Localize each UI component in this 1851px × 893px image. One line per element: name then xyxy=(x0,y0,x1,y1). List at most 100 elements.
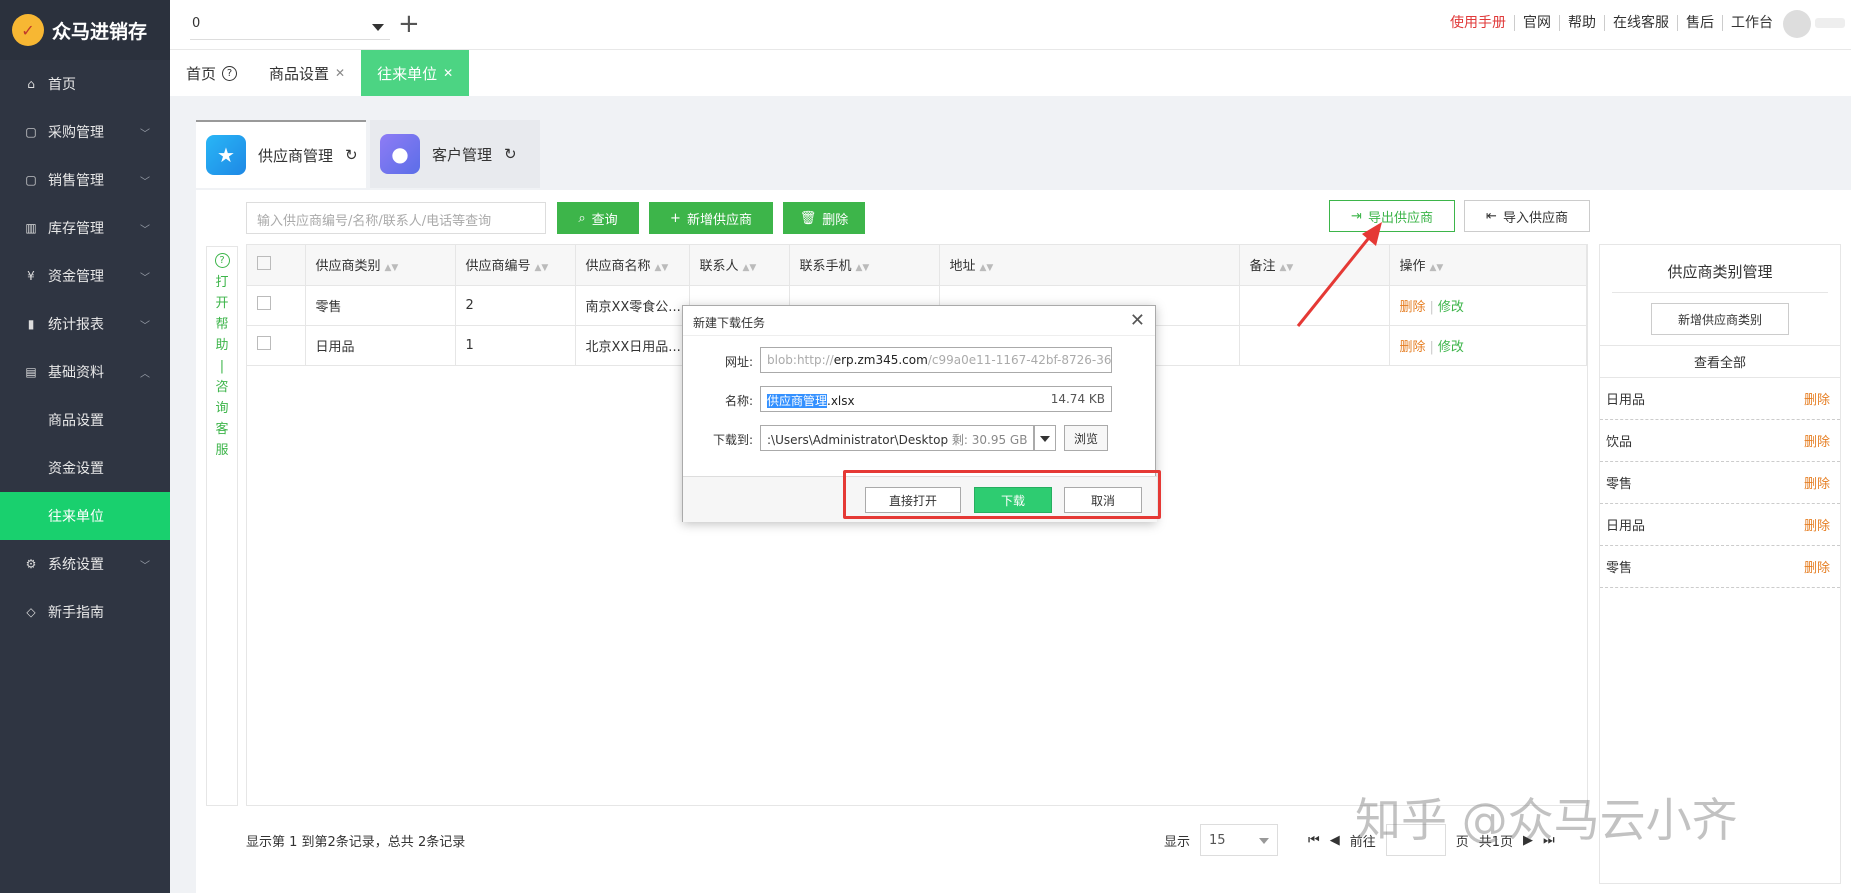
sidebar-item-5[interactable]: ▮ 统计报表 ﹀ xyxy=(0,300,170,348)
col-code[interactable]: 供应商编号 ▲▼ xyxy=(455,245,576,286)
view-all-categories[interactable]: 查看全部 xyxy=(1600,345,1840,378)
category-delete-link[interactable]: 删除 xyxy=(1804,557,1830,576)
tab-supplier-management[interactable]: ★ 供应商管理 ↻ xyxy=(196,120,366,188)
close-icon[interactable]: ✕ xyxy=(335,66,345,80)
tab-product-settings[interactable]: 商品设置 ✕ xyxy=(253,50,361,96)
avatar[interactable] xyxy=(1783,10,1811,38)
sidebar-item-0[interactable]: ⌂ 首页 xyxy=(0,60,170,108)
select-all-checkbox[interactable] xyxy=(257,255,271,270)
row-delete-link[interactable]: 删除 xyxy=(1400,340,1426,355)
cell-code: 1 xyxy=(455,325,576,366)
list-item[interactable]: 日用品 删除 xyxy=(1600,504,1840,546)
col-name[interactable]: 供应商名称 ▲▼ xyxy=(575,245,690,286)
prev-page-icon[interactable]: ◀ xyxy=(1330,833,1340,848)
row-delete-link[interactable]: 删除 xyxy=(1400,300,1426,315)
list-item[interactable]: 零售 删除 xyxy=(1600,462,1840,504)
link-website[interactable]: 官网 xyxy=(1515,15,1560,31)
link-online-service[interactable]: 在线客服 xyxy=(1605,15,1678,31)
sidebar-item-label: 商品设置 xyxy=(48,413,104,429)
sort-icon: ▲▼ xyxy=(855,263,870,274)
link-workbench[interactable]: 工作台 xyxy=(1723,15,1781,31)
sidebar-item-3[interactable]: ▥ 库存管理 ﹀ xyxy=(0,204,170,252)
link-help[interactable]: 帮助 xyxy=(1560,15,1605,31)
close-icon[interactable]: ✕ xyxy=(1130,310,1145,331)
browse-button[interactable]: 浏览 xyxy=(1064,425,1108,451)
col-phone[interactable]: 联系手机 ▲▼ xyxy=(789,245,940,286)
delete-button-label: 删除 xyxy=(822,212,849,228)
filename-selected: 供应商管理 xyxy=(767,394,828,408)
query-button-label: 查询 xyxy=(591,212,618,228)
help-icon[interactable]: ? xyxy=(222,65,238,81)
category-delete-link[interactable]: 删除 xyxy=(1804,389,1830,408)
sidebar-item-label: 销售管理 xyxy=(48,173,104,189)
list-item[interactable]: 零售 删除 xyxy=(1600,546,1840,588)
link-after-sales[interactable]: 售后 xyxy=(1678,15,1723,31)
list-item[interactable]: 日用品 删除 xyxy=(1600,378,1840,420)
help-char: 打 xyxy=(215,275,229,290)
refresh-icon[interactable]: ↻ xyxy=(345,146,358,164)
sidebar-item-1[interactable]: ▢ 采购管理 ﹀ xyxy=(0,108,170,156)
tab-customer-management[interactable]: ● 客户管理 ↻ xyxy=(370,120,540,188)
bag-icon: ▢ xyxy=(25,173,37,187)
sidebar-item-11[interactable]: ◇ 新手指南 xyxy=(0,588,170,636)
category-delete-link[interactable]: 删除 xyxy=(1804,473,1830,492)
doc-icon: ▤ xyxy=(25,365,37,379)
path-dropdown-button[interactable] xyxy=(1034,425,1056,451)
import-supplier-button[interactable]: ⇤ 导入供应商 xyxy=(1464,200,1590,232)
row-select-cell[interactable] xyxy=(247,325,306,366)
col-category[interactable]: 供应商类别 ▲▼ xyxy=(305,245,456,286)
select-all-cell[interactable] xyxy=(247,245,306,286)
category-list: 日用品 删除 饮品 删除 零售 删除 日用品 删除 零售 删除 xyxy=(1600,378,1840,588)
save-path-field[interactable]: :\Users\Administrator\Desktop 剩: 30.95 G… xyxy=(760,425,1034,451)
sidebar-item-label: 统计报表 xyxy=(48,317,104,333)
sidebar-item-10[interactable]: ⚙ 系统设置 ﹀ xyxy=(0,540,170,588)
first-page-icon[interactable]: ⏮ xyxy=(1308,833,1320,848)
row-checkbox[interactable] xyxy=(257,296,271,310)
help-consult-column[interactable]: ? 打开帮助 | 咨询客服 xyxy=(206,246,238,806)
app-logo[interactable]: ✓ 众马进销存 xyxy=(0,0,170,60)
link-manual[interactable]: 使用手册 xyxy=(1442,15,1515,31)
filename-field[interactable]: 供应商管理.xlsx 14.74 KB xyxy=(760,386,1112,412)
sort-icon: ▲▼ xyxy=(1429,263,1444,274)
page-size-select[interactable]: 15 xyxy=(1200,824,1279,856)
sidebar-item-6[interactable]: ▤ 基础资料 ︿ xyxy=(0,348,170,396)
tab-contacts[interactable]: 往来单位 ✕ xyxy=(361,50,470,96)
tab-customer-label: 客户管理 xyxy=(432,145,493,164)
top-links: 使用手册 官网 帮助 在线客服 售后 工作台 xyxy=(1442,15,1781,31)
sidebar-item-8[interactable]: 资金设置 xyxy=(0,444,170,492)
close-icon[interactable]: ✕ xyxy=(443,66,453,80)
row-checkbox[interactable] xyxy=(257,336,271,350)
sidebar-item-2[interactable]: ▢ 销售管理 ﹀ xyxy=(0,156,170,204)
col-address[interactable]: 地址 ▲▼ xyxy=(939,245,1240,286)
sort-icon: ▲▼ xyxy=(742,263,757,274)
sidebar-item-9[interactable]: 往来单位 xyxy=(0,492,170,540)
col-contact[interactable]: 联系人 ▲▼ xyxy=(689,245,790,286)
category-delete-link[interactable]: 删除 xyxy=(1804,431,1830,450)
add-tab-button[interactable]: + xyxy=(398,10,420,38)
row-select-cell[interactable] xyxy=(247,285,306,326)
bag-icon: ▢ xyxy=(25,125,37,139)
sidebar-item-4[interactable]: ¥ 资金管理 ﹀ xyxy=(0,252,170,300)
add-category-button[interactable]: 新增供应商类别 xyxy=(1651,303,1789,335)
sort-icon: ▲▼ xyxy=(384,263,399,274)
sidebar-item-7[interactable]: 商品设置 xyxy=(0,396,170,444)
sort-icon: ▲▼ xyxy=(534,263,549,274)
store-select[interactable]: 0 xyxy=(190,10,390,40)
list-item[interactable]: 饮品 删除 xyxy=(1600,420,1840,462)
search-input[interactable]: 输入供应商编号/名称/联系人/电话等查询 xyxy=(246,202,546,234)
tab-home[interactable]: 首页 ? xyxy=(170,50,253,96)
caret-down-icon xyxy=(372,24,384,31)
tag-icon: ◇ xyxy=(26,605,36,619)
category-name: 饮品 xyxy=(1606,435,1633,450)
category-delete-link[interactable]: 删除 xyxy=(1804,515,1830,534)
col-actions[interactable]: 操作 ▲▼ xyxy=(1389,245,1587,286)
refresh-icon[interactable]: ↻ xyxy=(504,145,517,163)
query-button[interactable]: ⌕ 查询 xyxy=(557,202,639,234)
url-field[interactable]: blob:http://erp.zm345.com/c99a0e11-1167-… xyxy=(760,347,1112,373)
delete-button[interactable]: 🗑 删除 xyxy=(783,202,865,234)
add-supplier-button[interactable]: + 新增供应商 xyxy=(649,202,773,234)
row-edit-link[interactable]: 修改 xyxy=(1438,340,1464,355)
chevron-down-icon: ﹀ xyxy=(140,560,150,572)
row-edit-link[interactable]: 修改 xyxy=(1438,300,1464,315)
category-name: 零售 xyxy=(1606,561,1633,576)
